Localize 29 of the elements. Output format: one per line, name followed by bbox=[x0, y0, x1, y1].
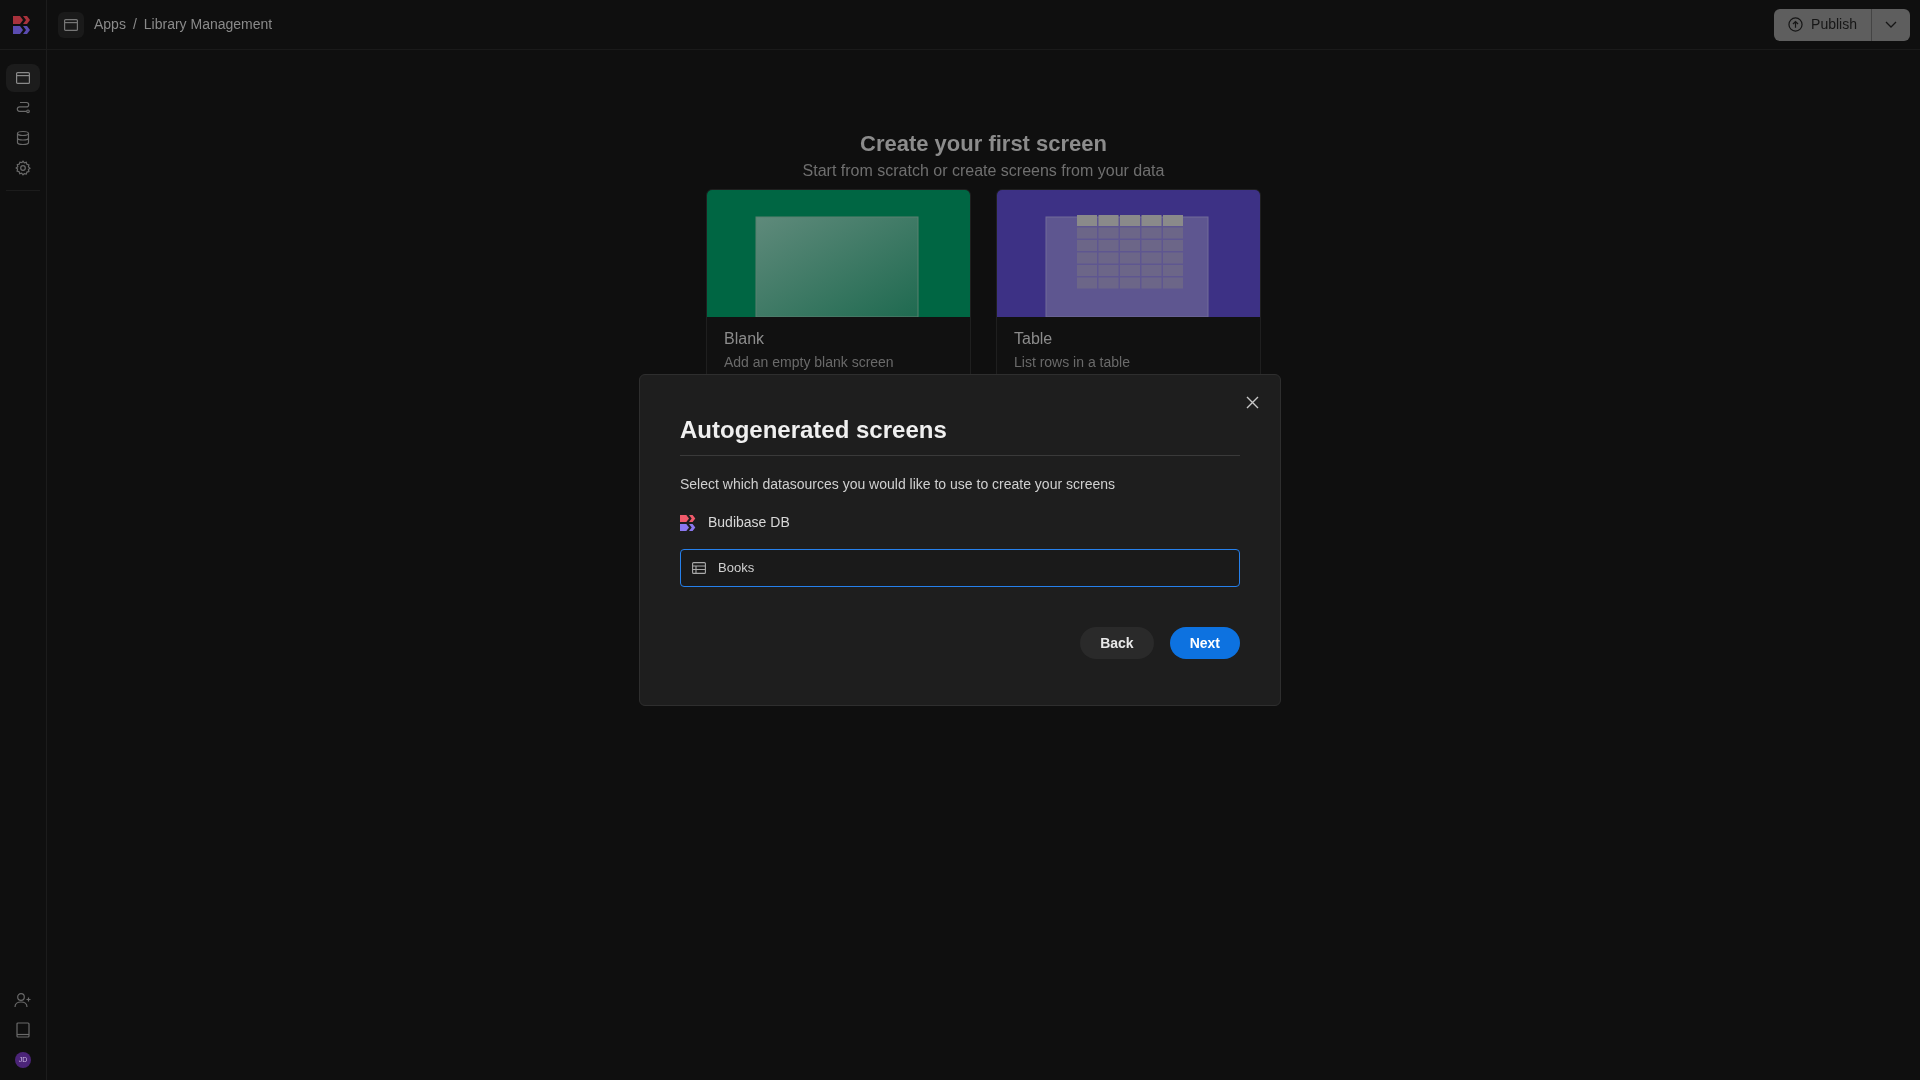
modal-description: Select which datasources you would like to use to create your screens bbox=[680, 475, 1116, 494]
window-icon bbox=[14, 69, 32, 87]
database-icon bbox=[14, 129, 32, 147]
page-title: Create your first screen bbox=[860, 130, 1107, 158]
panel-toggle-button[interactable] bbox=[58, 11, 84, 38]
logo-icon[interactable] bbox=[13, 15, 33, 34]
card-description: Add an empty blank screen bbox=[724, 352, 895, 372]
chevron-down-icon bbox=[1885, 21, 1897, 28]
datasource-name: Budibase DB bbox=[708, 513, 790, 532]
upload-icon bbox=[1788, 17, 1804, 32]
page-subtitle: Start from scratch or create screens from your data bbox=[802, 160, 1165, 181]
close-icon bbox=[1245, 395, 1259, 409]
book-icon[interactable] bbox=[16, 1022, 30, 1038]
card-title: Table bbox=[1014, 328, 1054, 349]
sidebar-nav-item[interactable] bbox=[6, 64, 40, 92]
card-description: List rows in a table bbox=[1014, 352, 1131, 372]
breadcrumb-link[interactable]: Apps bbox=[94, 14, 126, 35]
back-button[interactable]: Back bbox=[1080, 627, 1154, 659]
settings-icon bbox=[14, 159, 32, 177]
modal-title: Autogenerated screens bbox=[680, 415, 948, 445]
breadcrumb-link[interactable]: Library Management bbox=[143, 14, 273, 35]
window-icon bbox=[64, 18, 78, 31]
table-option[interactable]: Books bbox=[680, 549, 1240, 587]
table-icon bbox=[692, 562, 706, 574]
add-user-icon[interactable] bbox=[14, 992, 32, 1008]
card-title: Blank bbox=[724, 328, 766, 349]
logo-icon bbox=[680, 513, 698, 532]
breadcrumb-separator: / bbox=[132, 15, 137, 34]
next-button[interactable]: Next bbox=[1169, 627, 1240, 659]
